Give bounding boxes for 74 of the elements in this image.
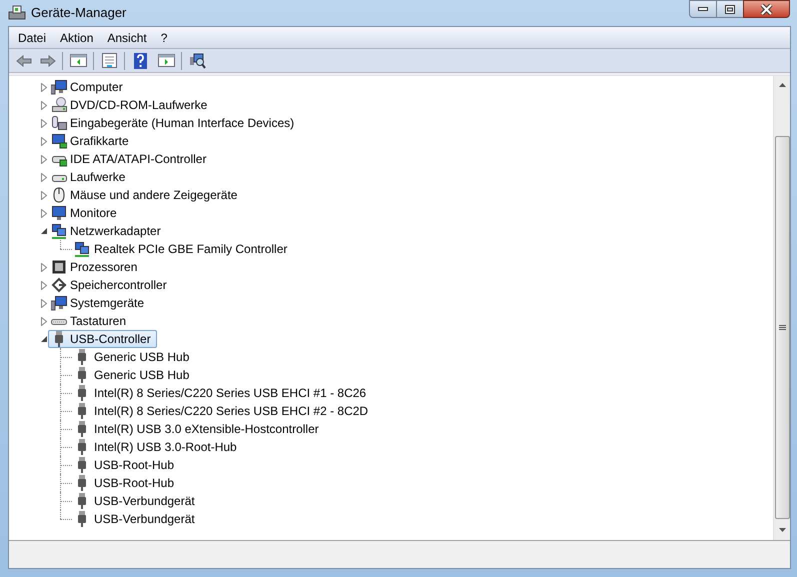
close-icon	[760, 4, 773, 14]
tree-item[interactable]: Intel(R) 8 Series/C220 Series USB EHCI #1 - 8C26	[74, 384, 366, 402]
close-button[interactable]	[743, 0, 790, 18]
display-card-icon	[51, 133, 67, 149]
computer-icon	[51, 295, 67, 311]
tree-item[interactable]: Monitore	[48, 204, 121, 222]
tree-item[interactable]: Intel(R) USB 3.0 eXtensible-Hostcontroller	[74, 420, 319, 438]
tree-item[interactable]: Tastaturen	[48, 312, 130, 330]
minimize-icon	[698, 7, 708, 11]
tree-item[interactable]: Generic USB Hub	[74, 348, 190, 366]
expand-arrow-icon[interactable]	[41, 100, 47, 110]
expand-arrow-icon[interactable]	[41, 208, 47, 218]
monitor-icon	[51, 205, 67, 221]
menu-item[interactable]: ?	[154, 28, 174, 48]
menu-item[interactable]: Datei	[12, 28, 52, 48]
processor-icon	[51, 259, 67, 275]
maximize-icon	[725, 4, 735, 14]
tree-item[interactable]: Mäuse und andere Zeigegeräte	[48, 186, 242, 204]
computer-icon	[51, 79, 67, 95]
tree-item[interactable]: USB-Verbundgerät	[74, 510, 195, 528]
expand-arrow-icon[interactable]	[41, 136, 47, 146]
tree-item[interactable]: Speichercontroller	[48, 276, 171, 294]
collapse-arrow-icon[interactable]	[41, 336, 47, 342]
document-icon	[102, 53, 116, 68]
tree-item[interactable]: Prozessoren	[48, 258, 142, 276]
tree-item[interactable]: Intel(R) USB 3.0-Root-Hub	[74, 438, 237, 456]
network-icon	[51, 223, 67, 239]
collapse-arrow-icon[interactable]	[41, 228, 47, 234]
minimize-button[interactable]	[689, 0, 717, 18]
tree-item[interactable]: USB-Verbundgerät	[74, 492, 195, 510]
forward-arrow-icon	[40, 54, 56, 66]
expand-arrow-icon[interactable]	[41, 190, 47, 200]
network-icon	[74, 241, 90, 257]
tree-item[interactable]: Generic USB Hub	[74, 366, 190, 384]
menu-item[interactable]: Ansicht	[101, 28, 153, 48]
window-title: Geräte-Manager	[31, 4, 126, 22]
expand-arrow-icon[interactable]	[41, 298, 47, 308]
tree-item[interactable]: USB-Root-Hub	[74, 456, 174, 474]
expand-arrow-icon[interactable]	[41, 262, 47, 272]
scrollbar-thumb[interactable]	[774, 136, 790, 519]
tree-item[interactable]: Netzwerkadapter	[48, 222, 165, 240]
disc-drive-icon	[51, 97, 67, 113]
mouse-icon	[51, 187, 67, 203]
monitor-magnifier-icon	[188, 52, 206, 68]
menu-item[interactable]: Aktion	[54, 28, 100, 48]
expand-arrow-icon[interactable]	[41, 172, 47, 182]
vertical-scrollbar[interactable]	[773, 76, 790, 540]
help-icon	[134, 52, 146, 68]
tree-item[interactable]: Systemgeräte	[48, 294, 148, 312]
scroll-down-icon	[778, 528, 786, 532]
grip-icon	[778, 324, 786, 330]
tree-item[interactable]: Eingabegeräte (Human Interface Devices)	[48, 114, 298, 132]
pane-icon	[158, 54, 174, 67]
tree-item[interactable]: USB-Controller	[48, 330, 157, 348]
diamond-connector-icon	[51, 277, 67, 293]
expand-arrow-icon[interactable]	[41, 82, 47, 92]
expand-arrow-icon[interactable]	[41, 316, 47, 326]
tree-item[interactable]: Computer	[48, 78, 127, 96]
tree-item[interactable]: IDE ATA/ATAPI-Controller	[48, 150, 210, 168]
expand-arrow-icon[interactable]	[41, 154, 47, 164]
pane-icon	[70, 54, 86, 67]
device-manager-icon	[8, 5, 26, 21]
maximize-button[interactable]	[717, 0, 743, 18]
expand-arrow-icon[interactable]	[41, 280, 47, 290]
scroll-up-icon	[778, 83, 786, 87]
tree-item[interactable]: USB-Root-Hub	[74, 474, 174, 492]
tree-item[interactable]: Laufwerke	[48, 168, 130, 186]
tree-item[interactable]: DVD/CD-ROM-Laufwerke	[48, 96, 212, 114]
expand-arrow-icon[interactable]	[41, 118, 47, 128]
back-arrow-icon	[16, 54, 32, 66]
tree-item[interactable]: Realtek PCIe GBE Family Controller	[74, 240, 288, 258]
tree-item[interactable]: Intel(R) 8 Series/C220 Series USB EHCI #2 - 8C2D	[74, 402, 368, 420]
input-device-icon	[51, 115, 67, 131]
tree-item[interactable]: Grafikkarte	[48, 132, 133, 150]
